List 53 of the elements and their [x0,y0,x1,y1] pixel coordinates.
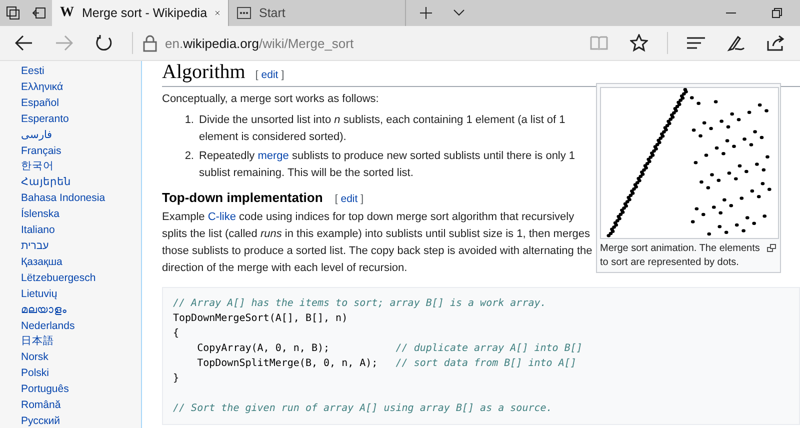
start-page-icon [237,7,251,19]
language-link[interactable]: Română [21,398,141,414]
bracket: [ [255,68,258,83]
lock-icon [143,34,157,52]
bracket: ] [281,68,284,83]
language-link[interactable]: Lietuvių [21,286,141,303]
language-link[interactable]: Português [21,382,141,398]
subsection-heading: Top-down implementation [162,190,323,205]
merge-link[interactable]: merge [258,150,289,162]
code-line: TopDownSplitMerge(B, 0, n, A); [196,358,379,369]
list-number: 1. [184,113,194,128]
code-line: TopDownMergeSort(A[], B[], n) [173,313,348,324]
section-heading: Algorithm [162,61,246,83]
language-link[interactable]: Eesti [21,64,141,80]
enlarge-icon[interactable] [767,244,776,252]
close-icon[interactable] [215,8,220,18]
language-link[interactable]: Қазақша [21,254,141,271]
code-line: { [173,328,180,339]
bracket: ] [360,193,364,205]
language-link[interactable]: فارسی [21,128,141,144]
language-link[interactable]: Íslenska [21,207,141,224]
wikipedia-logo: W [60,5,74,21]
intro-text: Conceptually, a merge sort works as follows: [162,92,380,107]
code-comment: // Sort the given run of array A[] using array B[] as a source. [173,403,552,414]
language-link[interactable]: Ελληνικά [21,80,141,96]
c-like-link[interactable]: C-like [208,211,236,223]
code-comment: // Array A[] has the items to sort; array B[] is a work array. [173,298,546,309]
code-comment: // duplicate array A[] into B[] [396,343,582,354]
code-line: CopyArray(A, 0, n, B); [196,343,331,354]
edit-link[interactable]: edit [261,64,278,86]
figure-caption: Merge sort animation. The elements to sort are represented by dots. [600,243,760,268]
list-number: 2. [184,149,194,164]
code-comment: // sort data from B[] into A[] [396,358,576,369]
language-link[interactable]: Bahasa Indonesia [21,191,141,208]
edit-link[interactable]: edit [340,193,358,205]
language-link[interactable]: മലയാളം [21,302,141,318]
language-link[interactable]: Italiano [21,223,141,239]
bracket: [ [334,193,338,205]
language-link[interactable]: Հայերեն [21,175,141,192]
code-line: } [173,373,180,384]
language-link[interactable]: Lëtzebuergesch [21,270,141,287]
language-link[interactable]: Français [21,144,141,160]
language-link[interactable]: Esperanto [21,112,141,128]
language-link[interactable]: 한국어 [21,159,141,176]
language-link[interactable]: 日本語 [21,334,141,350]
language-link[interactable]: Español [21,96,141,112]
list-item: Divide the unsorted list into n sublists, each containing 1 element (a list of 1 element is considered sorted). [199,113,566,145]
language-link[interactable]: Polski [21,366,141,382]
language-link[interactable]: Norsk [21,350,141,366]
language-link[interactable]: Русский [21,414,141,428]
language-link[interactable]: עברית [21,238,141,255]
browser-tab[interactable]: W Merge sort - Wikipedia [52,0,229,26]
language-link[interactable]: Nederlands [21,318,141,334]
